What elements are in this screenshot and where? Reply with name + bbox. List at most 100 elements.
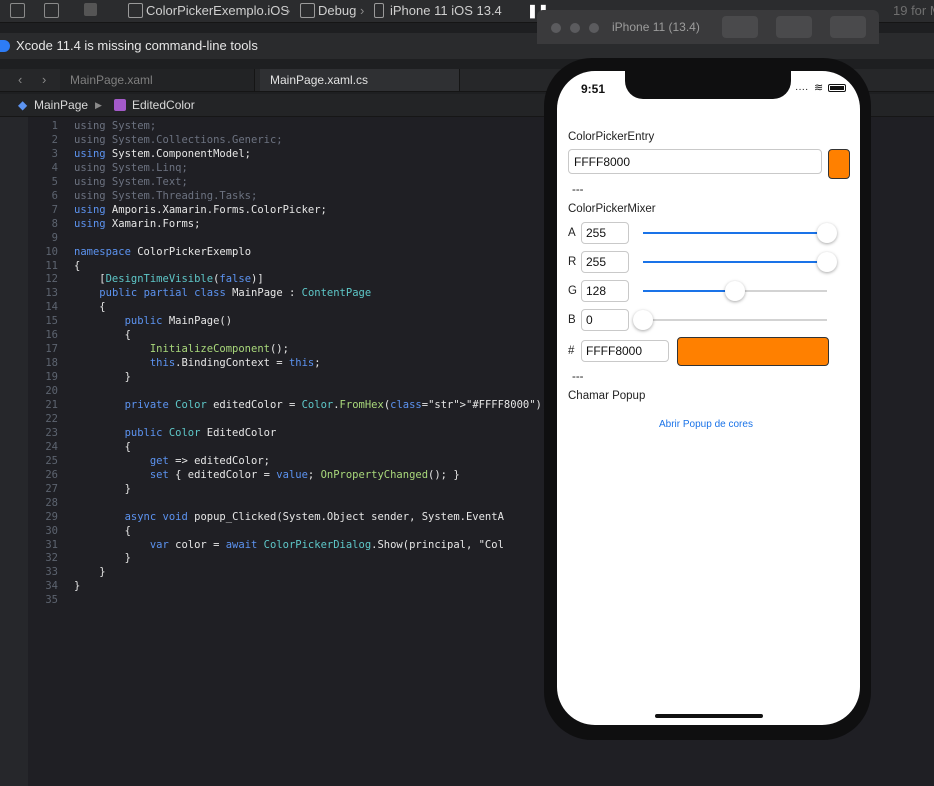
rotate-icon[interactable] <box>830 16 866 38</box>
code-line[interactable]: using System.Threading.Tasks; <box>74 190 257 202</box>
channel-slider-fill <box>643 232 827 234</box>
code-line[interactable]: using System.Collections.Generic; <box>74 134 283 146</box>
status-time: 9:51 <box>581 82 606 96</box>
screenshot-icon[interactable] <box>722 16 758 38</box>
code-line[interactable]: { <box>74 525 131 537</box>
toolbar-right-text: 19 for M <box>893 3 934 18</box>
tab-mainpage-xaml[interactable]: MainPage.xaml <box>60 69 255 91</box>
line-number: 13 <box>45 287 58 300</box>
line-number: 5 <box>51 175 58 188</box>
channel-slider-thumb[interactable] <box>817 252 837 272</box>
zoom-window-icon[interactable] <box>589 23 599 33</box>
code-line[interactable]: { <box>74 329 131 341</box>
code-line[interactable]: var color = await ColorPickerDialog.Show… <box>74 539 504 551</box>
channel-slider-thumb[interactable] <box>725 281 745 301</box>
line-number: 16 <box>45 329 58 342</box>
device-label[interactable]: iPhone 11 iOS 13.4 <box>390 3 502 19</box>
chevron-right-icon: › <box>360 3 365 18</box>
line-number: 20 <box>45 385 58 398</box>
code-line[interactable]: async void popup_Clicked(System.Object s… <box>74 511 504 523</box>
code-line[interactable]: private Color editedColor = Color.FromHe… <box>74 399 549 411</box>
code-line[interactable]: { <box>74 441 131 453</box>
code-line[interactable]: InitializeComponent(); <box>74 343 289 355</box>
channel-slider-thumb[interactable] <box>817 223 837 243</box>
channel-value-input[interactable]: 255 <box>581 222 629 244</box>
scheme-label[interactable]: ColorPickerExemplo.iOS <box>146 3 289 19</box>
code-line[interactable]: using System.Text; <box>74 176 188 188</box>
channel-name: R <box>568 256 577 268</box>
line-number: 21 <box>45 399 58 411</box>
line-number: 15 <box>45 315 58 328</box>
forward-arrow-icon[interactable]: › <box>42 72 46 87</box>
code-line[interactable]: using System; <box>74 120 156 132</box>
document-icon <box>10 3 25 18</box>
channel-slider-thumb[interactable] <box>633 310 653 330</box>
code-line[interactable]: } <box>74 371 131 383</box>
line-number: 19 <box>45 371 58 384</box>
code-line[interactable]: using System.Linq; <box>74 162 188 174</box>
code-line[interactable]: } <box>74 580 80 592</box>
separator-text: --- <box>572 371 584 383</box>
code-line[interactable]: namespace ColorPickerExemplo <box>74 246 251 258</box>
code-line[interactable]: set { editedColor = value; OnPropertyCha… <box>74 469 460 481</box>
square-icon[interactable] <box>84 3 97 16</box>
wifi-icon: ≋ <box>814 82 824 94</box>
code-line[interactable]: } <box>74 552 131 564</box>
code-line[interactable]: using Amporis.Xamarin.Forms.ColorPicker; <box>74 204 327 216</box>
minimize-window-icon[interactable] <box>570 23 580 33</box>
line-number: 8 <box>51 217 58 230</box>
code-line[interactable]: } <box>74 566 105 578</box>
code-line[interactable]: } <box>74 483 131 495</box>
channel-value-input[interactable]: 0 <box>581 309 629 331</box>
code-line[interactable]: { <box>74 301 105 313</box>
channel-value-input[interactable]: 128 <box>581 280 629 302</box>
channel-slider-track[interactable] <box>643 319 827 321</box>
line-number: 33 <box>45 566 58 579</box>
color-entry-input[interactable]: FFFF8000 <box>568 149 822 174</box>
simulator-title: iPhone 11 (13.4) <box>612 20 700 34</box>
open-popup-button[interactable]: Abrir Popup de cores <box>659 419 753 430</box>
close-window-icon[interactable] <box>551 23 561 33</box>
entry-label: ColorPickerEntry <box>568 131 655 143</box>
line-number: 14 <box>45 301 58 314</box>
simulator-titlebar: iPhone 11 (13.4) <box>537 10 879 44</box>
code-line[interactable]: get => editedColor; <box>74 455 270 467</box>
line-number: 9 <box>51 231 58 244</box>
channel-name: G <box>568 285 577 297</box>
line-number: 12 <box>45 273 58 286</box>
home-indicator[interactable] <box>655 714 763 718</box>
entry-color-swatch[interactable] <box>828 149 850 179</box>
code-line[interactable]: this.BindingContext = this; <box>74 357 321 369</box>
phone-notch <box>625 71 791 99</box>
line-number: 32 <box>45 552 58 565</box>
breadcrumb-class[interactable]: MainPage <box>34 98 88 112</box>
breadcrumb-member[interactable]: EditedColor <box>132 98 195 112</box>
line-number: 35 <box>45 594 58 607</box>
code-line[interactable]: public Color EditedColor <box>74 427 277 439</box>
mixer-color-swatch[interactable] <box>677 337 829 366</box>
line-number: 24 <box>45 440 58 453</box>
chevron-right-icon: › <box>286 3 291 18</box>
tab-mainpage-xaml-cs[interactable]: MainPage.xaml.cs <box>260 69 460 91</box>
channel-value-input[interactable]: 255 <box>581 251 629 273</box>
line-number: 18 <box>45 357 58 370</box>
tab-label: MainPage.xaml.cs <box>270 73 369 87</box>
code-line[interactable]: public MainPage() <box>74 315 232 327</box>
code-line[interactable]: public partial class MainPage : ContentP… <box>74 287 371 299</box>
config-label[interactable]: Debug <box>318 3 356 19</box>
chevron-right-icon: ▶ <box>95 100 102 110</box>
code-line[interactable]: using Xamarin.Forms; <box>74 218 200 230</box>
battery-level <box>830 86 844 90</box>
hex-value-input[interactable]: FFFF8000 <box>581 340 669 362</box>
home-icon[interactable] <box>776 16 812 38</box>
info-icon <box>0 40 10 52</box>
code-line[interactable]: { <box>74 260 80 272</box>
back-arrow-icon[interactable]: ‹ <box>18 72 22 87</box>
tab-label: MainPage.xaml <box>70 73 153 87</box>
code-line[interactable]: using System.ComponentModel; <box>74 148 251 160</box>
line-number: 23 <box>45 426 58 439</box>
stop-icon[interactable] <box>44 3 59 18</box>
code-line[interactable]: [DesignTimeVisible(false)] <box>74 273 263 285</box>
line-number: 30 <box>45 524 58 537</box>
app-scheme-icon <box>128 3 143 18</box>
